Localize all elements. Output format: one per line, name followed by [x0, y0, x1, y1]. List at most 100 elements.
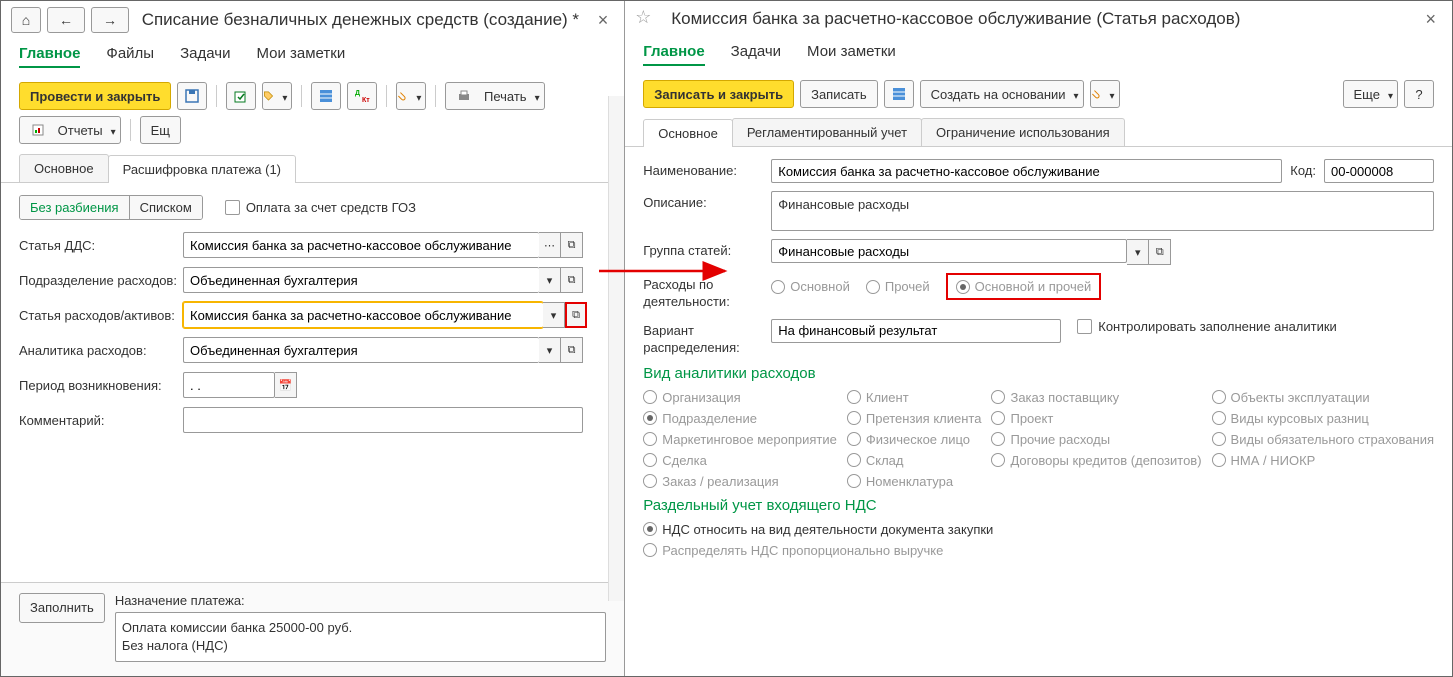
grid-icon-button[interactable] [311, 82, 341, 110]
right-title: Комиссия банка за расчетно-кассовое обсл… [665, 9, 1413, 29]
group-open-button[interactable]: ⧉ [1149, 239, 1171, 265]
help-button[interactable]: ? [1404, 80, 1434, 108]
toggle-no-split[interactable]: Без разбиения [20, 196, 130, 219]
ra-claim[interactable]: Претензия клиента [847, 411, 982, 426]
ra-client[interactable]: Клиент [847, 390, 982, 405]
expense-input[interactable] [183, 302, 543, 328]
desc-textarea[interactable]: Финансовые расходы [771, 191, 1434, 231]
menu-tasks[interactable]: Задачи [731, 43, 781, 66]
analytics-input[interactable] [183, 337, 539, 363]
radio-other[interactable]: Прочей [866, 279, 930, 294]
left-tabs: Основное Расшифровка платежа (1) [1, 152, 624, 183]
menu-notes[interactable]: Мои заметки [256, 45, 345, 68]
create-based-button[interactable]: Создать на основании [920, 80, 1084, 108]
ra-deal[interactable]: Сделка [643, 453, 837, 468]
ra-obj[interactable]: Объекты эксплуатации [1212, 390, 1434, 405]
close-icon[interactable]: × [592, 10, 615, 31]
radio-both[interactable]: Основной и прочей [946, 273, 1102, 300]
dept-open-button[interactable]: ⧉ [561, 267, 583, 293]
ra-dept[interactable]: Подразделение [643, 411, 837, 426]
ra-ins[interactable]: Виды обязательного страхования [1212, 432, 1434, 447]
ra-fx[interactable]: Виды курсовых разниц [1212, 411, 1434, 426]
more-button-right[interactable]: Еще [1343, 80, 1398, 108]
activity-label: Расходы по деятельности: [643, 273, 763, 311]
print-button[interactable]: Печать [445, 82, 544, 110]
comment-input[interactable] [183, 407, 583, 433]
code-input[interactable] [1324, 159, 1434, 183]
close-icon[interactable]: × [1419, 9, 1442, 30]
back-button[interactable]: ← [47, 7, 85, 33]
dept-input[interactable] [183, 267, 539, 293]
group-input[interactable] [771, 239, 1127, 263]
variant-input[interactable] [771, 319, 1061, 343]
ra-mkt[interactable]: Маркетинговое мероприятие [643, 432, 837, 447]
star-icon[interactable]: ☆ [635, 7, 659, 31]
tab-main[interactable]: Основное [19, 154, 109, 182]
ra-nma[interactable]: НМА / НИОКР [1212, 453, 1434, 468]
ra-other-exp[interactable]: Прочие расходы [991, 432, 1201, 447]
scrollbar-y[interactable] [608, 96, 624, 601]
group-dd-button[interactable]: ▾ [1127, 239, 1149, 265]
tab-main[interactable]: Основное [643, 119, 733, 147]
right-menubar: Главное Задачи Мои заметки [625, 37, 1452, 76]
ctrl-checkbox[interactable] [1077, 319, 1092, 334]
post-close-button[interactable]: Провести и закрыть [19, 82, 171, 110]
attach-button[interactable] [396, 82, 426, 110]
expense-dd-button[interactable]: ▾ [543, 302, 565, 328]
tab-limit[interactable]: Ограничение использования [921, 118, 1125, 146]
period-label: Период возникновения: [19, 378, 179, 393]
ra-project[interactable]: Проект [991, 411, 1201, 426]
dk-icon-button[interactable]: ДКт [347, 82, 377, 110]
ra-order-sup[interactable]: Заказ поставщику [991, 390, 1201, 405]
period-input[interactable] [183, 372, 275, 398]
calendar-icon[interactable]: 📅 [275, 372, 297, 398]
more-button-left[interactable]: Ещ [140, 116, 181, 144]
tag-button[interactable] [262, 82, 292, 110]
ra-order-real[interactable]: Заказ / реализация [643, 474, 837, 489]
save-icon-button[interactable] [177, 82, 207, 110]
home-button[interactable]: ⌂ [11, 7, 41, 33]
dds-ellipsis-button[interactable]: ⋯ [539, 232, 561, 258]
toggle-list[interactable]: Списком [130, 196, 202, 219]
menu-main[interactable]: Главное [19, 45, 80, 68]
analytics-dd-button[interactable]: ▾ [539, 337, 561, 363]
dds-input[interactable] [183, 232, 539, 258]
analytics-open-button[interactable]: ⧉ [561, 337, 583, 363]
radio-vat-doc[interactable]: НДС относить на вид деятельности докумен… [643, 522, 993, 537]
fill-button[interactable]: Заполнить [19, 593, 105, 623]
forward-button[interactable]: → [91, 7, 129, 33]
code-label: Код: [1290, 159, 1316, 178]
tab-detail[interactable]: Расшифровка платежа (1) [108, 155, 296, 183]
analytics-grid: Организация Клиент Заказ поставщику Объе… [643, 390, 1434, 489]
goz-checkbox-row[interactable]: Оплата за счет средств ГОЗ [225, 200, 416, 215]
ra-wh[interactable]: Склад [847, 453, 982, 468]
menu-files[interactable]: Файлы [106, 45, 154, 68]
menu-tasks[interactable]: Задачи [180, 45, 230, 68]
desc-label: Описание: [643, 191, 763, 210]
dds-open-button[interactable]: ⧉ [561, 232, 583, 258]
attach-button[interactable] [1090, 80, 1120, 108]
save-close-button[interactable]: Записать и закрыть [643, 80, 794, 108]
menu-notes[interactable]: Мои заметки [807, 43, 896, 66]
grid-icon-button[interactable] [884, 80, 914, 108]
name-input[interactable] [771, 159, 1282, 183]
ra-nomen[interactable]: Номенклатура [847, 474, 982, 489]
ra-org[interactable]: Организация [643, 390, 837, 405]
post-icon-button[interactable] [226, 82, 256, 110]
tab-regl[interactable]: Регламентированный учет [732, 118, 922, 146]
reports-button[interactable]: Отчеты [19, 116, 121, 144]
expense-open-button[interactable]: ⧉ [565, 302, 587, 328]
radio-main[interactable]: Основной [771, 279, 850, 294]
purpose-textarea[interactable]: Оплата комиссии банка 25000-00 руб. Без … [115, 612, 606, 662]
right-tabs: Основное Регламентированный учет Огранич… [625, 116, 1452, 147]
menu-main[interactable]: Главное [643, 43, 704, 66]
ra-credit[interactable]: Договоры кредитов (депозитов) [991, 453, 1201, 468]
save-button[interactable]: Записать [800, 80, 878, 108]
radio-vat-prop[interactable]: Распределять НДС пропорционально выручке [643, 543, 943, 558]
ra-person[interactable]: Физическое лицо [847, 432, 982, 447]
left-titlebar: ⌂ ← → Списание безналичных денежных сред… [1, 1, 624, 39]
name-label: Наименование: [643, 159, 763, 178]
comment-label: Комментарий: [19, 413, 179, 428]
goz-checkbox[interactable] [225, 200, 240, 215]
dept-dd-button[interactable]: ▾ [539, 267, 561, 293]
